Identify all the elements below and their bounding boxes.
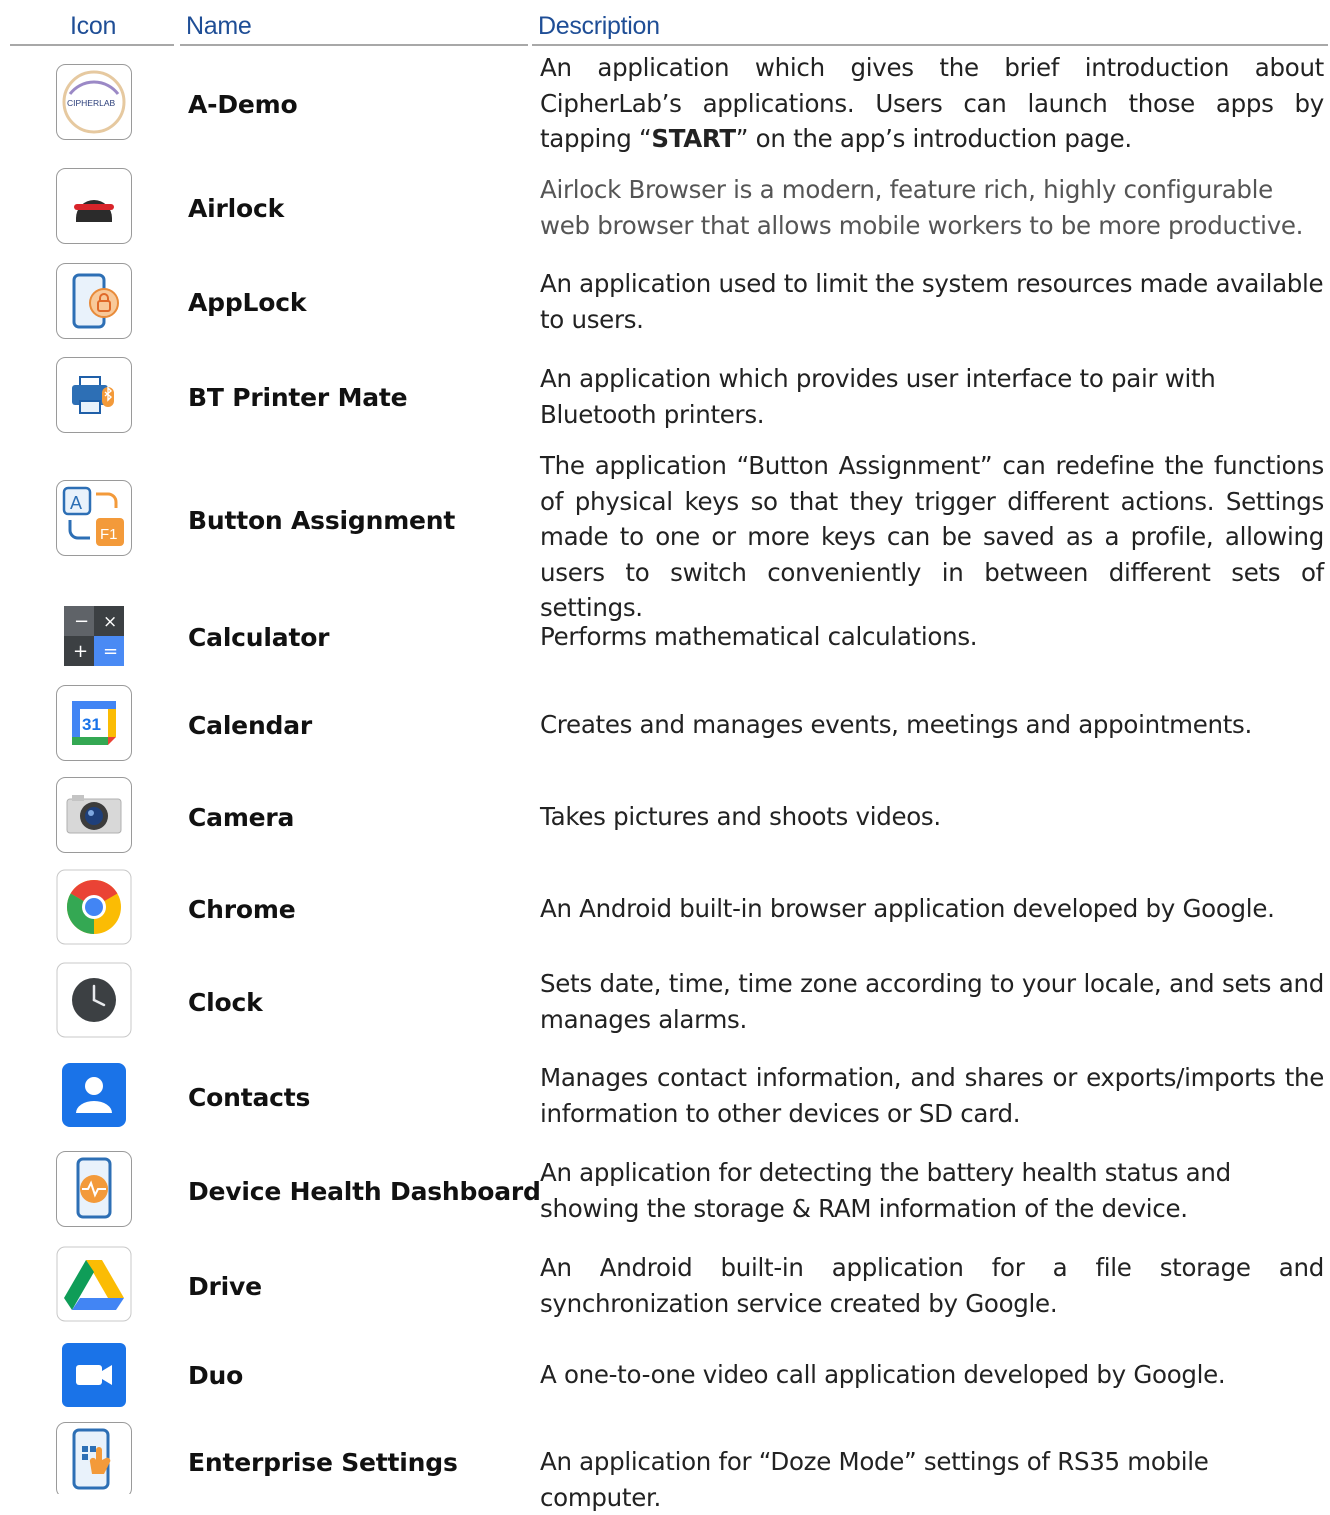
svg-text:+: + xyxy=(73,641,88,662)
column-header-description-label: Description xyxy=(538,12,660,40)
chrome-icon xyxy=(56,869,132,945)
column-header-description: Description xyxy=(532,0,1328,46)
app-name: Enterprise Settings xyxy=(188,1448,458,1477)
app-description: Creates and manages events, meetings and… xyxy=(540,710,1252,739)
column-header-icon-label: Icon xyxy=(70,12,117,40)
app-name: AppLock xyxy=(188,288,307,317)
app-description: A one-to-one video call application deve… xyxy=(540,1360,1226,1389)
app-name: Camera xyxy=(188,803,295,832)
app-description: Airlock Browser is a modern, feature ric… xyxy=(540,175,1304,240)
app-name: Contacts xyxy=(188,1083,311,1112)
app-name: Calculator xyxy=(188,623,330,652)
app-description: The application “Button Assignment” can … xyxy=(540,451,1324,622)
app-description: Sets date, time, time zone according to … xyxy=(540,969,1324,1034)
a-demo-icon: CIPHERLAB xyxy=(56,64,132,140)
app-name: Drive xyxy=(188,1272,262,1301)
calendar-icon: 31 xyxy=(56,685,132,761)
app-name: Chrome xyxy=(188,895,296,924)
app-name: Airlock xyxy=(188,194,285,223)
app-description: An application for “Doze Mode” settings … xyxy=(540,1447,1209,1512)
app-description: Performs mathematical calculations. xyxy=(540,622,978,651)
app-name: A-Demo xyxy=(188,90,298,119)
app-description: An application which gives the brief int… xyxy=(540,53,1324,153)
svg-text:×: × xyxy=(103,612,117,632)
app-name: Duo xyxy=(188,1361,244,1390)
app-description: An application which provides user inter… xyxy=(540,364,1216,429)
column-header-icon: Icon xyxy=(10,0,174,46)
column-header-name-label: Name xyxy=(186,12,252,40)
bt-printer-icon xyxy=(56,357,132,433)
svg-text:−: − xyxy=(74,611,89,632)
start-label: START xyxy=(651,124,736,153)
app-name: Clock xyxy=(188,988,263,1017)
app-description: Takes pictures and shoots videos. xyxy=(540,802,941,831)
button-assignment-icon: A F1 xyxy=(56,480,132,556)
applock-icon xyxy=(56,263,132,339)
app-description: An application for detecting the battery… xyxy=(540,1158,1231,1223)
device-health-icon xyxy=(56,1151,132,1227)
svg-text:=: = xyxy=(103,641,118,662)
enterprise-settings-icon xyxy=(56,1422,132,1494)
app-description: Manages contact information, and shares … xyxy=(540,1063,1324,1128)
svg-text:A: A xyxy=(70,493,82,513)
svg-text:31: 31 xyxy=(82,715,101,734)
app-name: Button Assignment xyxy=(188,506,456,535)
calculator-icon: − × + = xyxy=(56,600,132,676)
column-header-name: Name xyxy=(180,0,528,46)
app-name: Device Health Dashboard xyxy=(188,1177,541,1206)
contacts-icon xyxy=(56,1059,132,1135)
app-description: An application used to limit the system … xyxy=(540,269,1324,334)
app-description: An Android built-in browser application … xyxy=(540,894,1275,923)
app-description: An Android built-in application for a fi… xyxy=(540,1253,1324,1318)
drive-icon xyxy=(56,1246,132,1322)
app-name: Calendar xyxy=(188,711,313,740)
airlock-icon xyxy=(56,168,132,244)
duo-icon xyxy=(56,1339,132,1415)
svg-text:F1: F1 xyxy=(100,526,118,543)
camera-icon xyxy=(56,777,132,853)
svg-text:CIPHERLAB: CIPHERLAB xyxy=(67,98,116,108)
clock-icon xyxy=(56,962,132,1038)
app-name: BT Printer Mate xyxy=(188,383,408,412)
